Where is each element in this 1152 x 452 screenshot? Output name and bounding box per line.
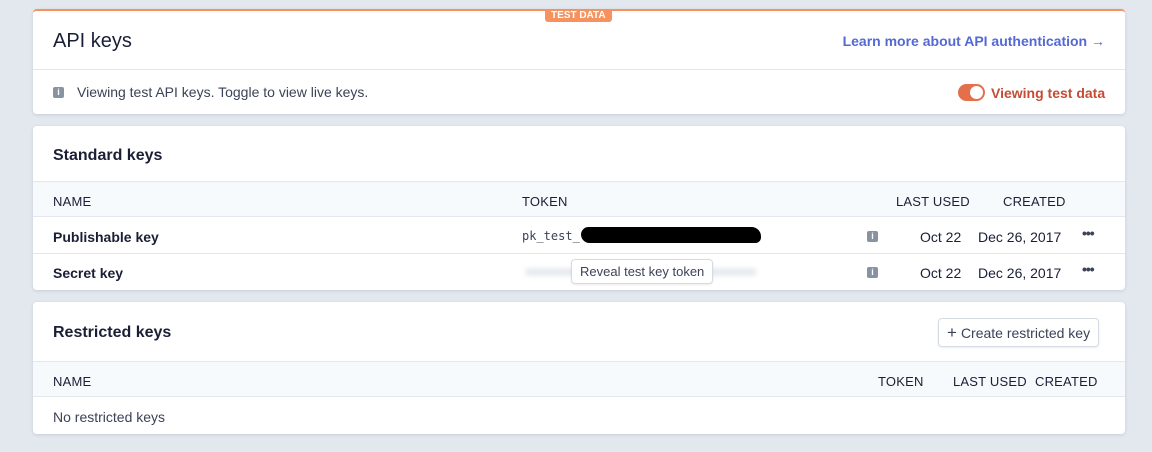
column-created: CREATED — [1035, 374, 1098, 389]
key-name: Publishable key — [53, 229, 159, 245]
column-created: CREATED — [1003, 194, 1066, 209]
column-name: NAME — [53, 194, 92, 209]
token-value[interactable]: pk_test_ — [522, 229, 580, 243]
column-last-used: LAST USED — [953, 374, 1027, 389]
key-name: Secret key — [53, 265, 124, 281]
page-title: API keys — [53, 30, 132, 52]
section-title: Restricted keys — [53, 324, 172, 341]
created: Dec 26, 2017 — [978, 265, 1062, 281]
info-icon[interactable]: i — [867, 231, 878, 242]
restricted-keys-card: Restricted keys + Create restricted key N… — [33, 302, 1125, 434]
column-token: TOKEN — [522, 194, 568, 209]
arrow-right-icon: → — [1091, 33, 1105, 49]
created: Dec 26, 2017 — [978, 229, 1062, 245]
create-restricted-key-button[interactable]: + Create restricted key — [938, 318, 1100, 347]
last-used: Oct 22 — [920, 229, 962, 245]
empty-state: No restricted keys — [53, 409, 166, 425]
learn-more-label: Learn more about API authentication — [842, 33, 1088, 49]
last-used: Oct 22 — [920, 265, 962, 281]
create-label: Create restricted key — [960, 324, 1091, 341]
reveal-token-button[interactable]: Reveal test key token — [571, 259, 714, 284]
info-icon[interactable]: i — [867, 267, 878, 278]
info-icon: i — [53, 87, 64, 98]
column-name: NAME — [53, 374, 92, 389]
test-data-toggle[interactable] — [958, 84, 985, 101]
info-text: Viewing test API keys. Toggle to view li… — [77, 84, 369, 100]
plus-icon: + — [947, 322, 957, 342]
more-options-icon[interactable]: ••• — [1082, 261, 1095, 277]
test-data-badge: TEST DATA — [545, 9, 612, 22]
toggle-knob — [970, 86, 983, 99]
toggle-label[interactable]: Viewing test data — [991, 85, 1105, 101]
api-keys-card: TEST DATA API keys Learn more about API … — [33, 9, 1125, 114]
column-last-used: LAST USED — [896, 194, 970, 209]
section-title: Standard keys — [53, 147, 163, 164]
column-token: TOKEN — [878, 374, 924, 389]
learn-more-link[interactable]: Learn more about API authentication → — [843, 33, 1105, 49]
standard-keys-card: Standard keys NAME TOKEN LAST USED CREAT… — [33, 126, 1125, 290]
more-options-icon[interactable]: ••• — [1082, 225, 1095, 241]
token-redaction — [581, 227, 761, 243]
